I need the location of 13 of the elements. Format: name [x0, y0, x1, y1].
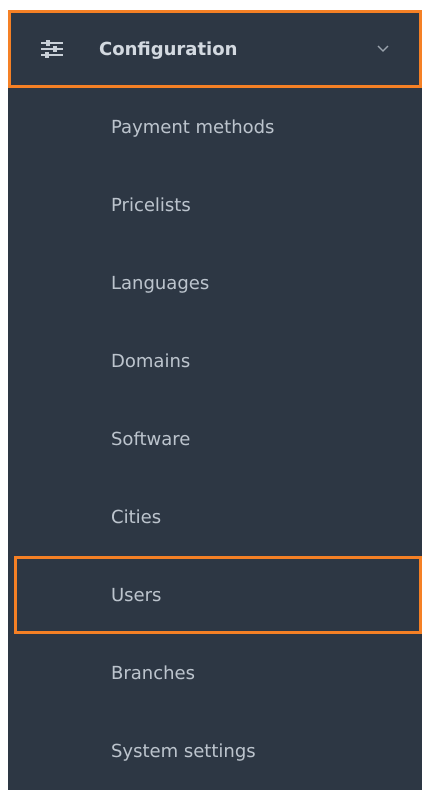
chevron-down-icon: [377, 45, 389, 53]
menu-item[interactable]: Languages: [14, 244, 422, 322]
menu-item[interactable]: Pricelists: [14, 166, 422, 244]
menu-header[interactable]: Configuration: [8, 10, 422, 88]
menu-item[interactable]: Branches: [14, 634, 422, 712]
menu-item[interactable]: Users: [14, 556, 422, 634]
sliders-icon: [41, 40, 63, 58]
menu-item[interactable]: System settings: [14, 712, 422, 790]
menu-item[interactable]: Cities: [14, 478, 422, 556]
menu-item[interactable]: Payment methods: [14, 88, 422, 166]
menu-item[interactable]: Software: [14, 400, 422, 478]
menu-title: Configuration: [99, 38, 238, 62]
menu-item[interactable]: Domains: [14, 322, 422, 400]
